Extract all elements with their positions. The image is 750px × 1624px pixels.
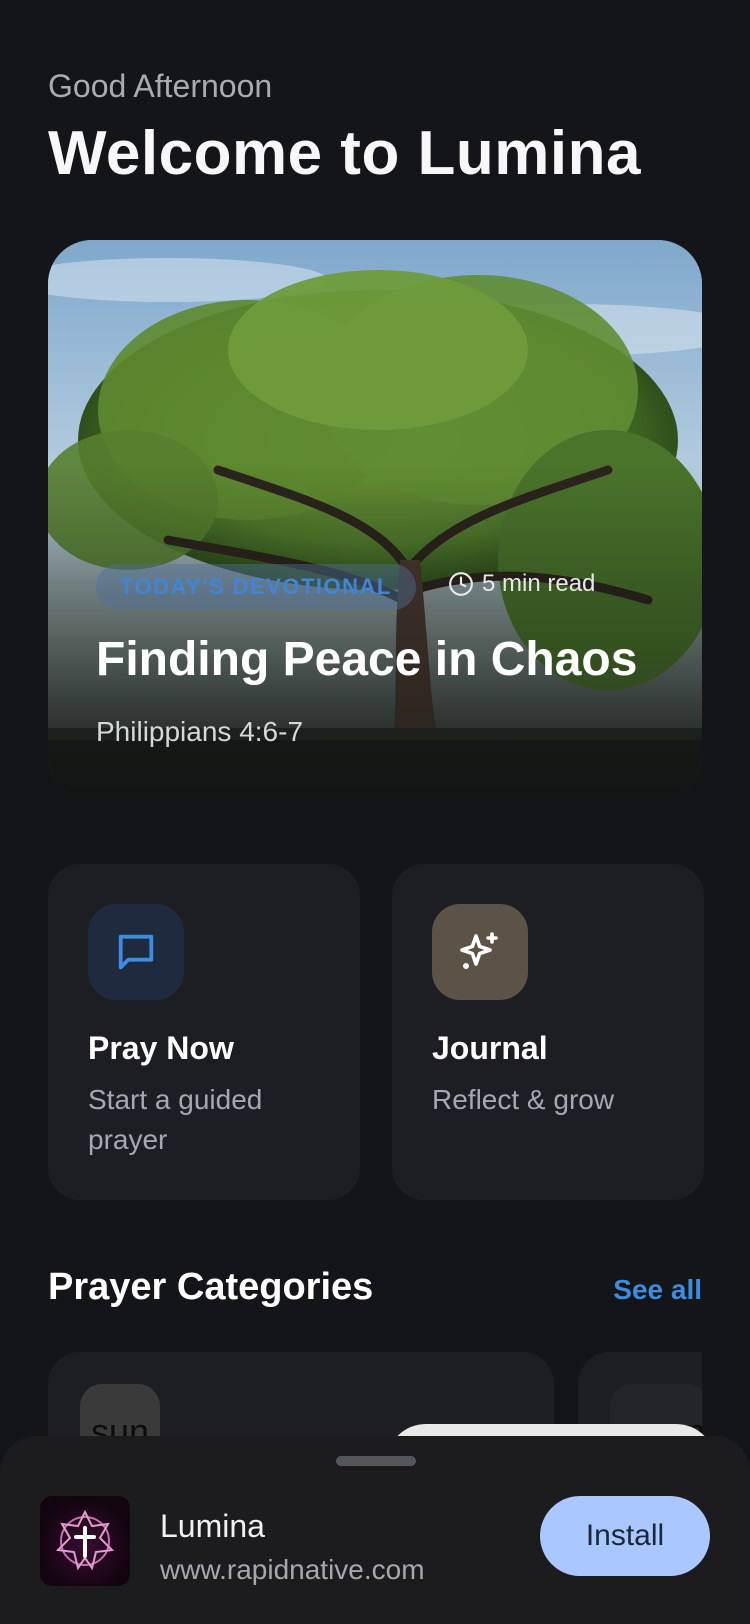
categories-title: Prayer Categories bbox=[48, 1266, 374, 1308]
journal-title: Journal bbox=[432, 1030, 548, 1066]
app-logo-icon bbox=[40, 1496, 130, 1586]
page-title: Welcome to Lumina bbox=[48, 119, 641, 188]
devotional-badge: TODAY'S DEVOTIONAL bbox=[96, 564, 416, 610]
greeting: Good Afternoon bbox=[48, 68, 273, 104]
install-button[interactable]: Install bbox=[540, 1496, 710, 1576]
pray-now-title: Pray Now bbox=[88, 1030, 234, 1066]
devotional-title: Finding Peace in Chaos bbox=[96, 633, 638, 686]
sparkles-icon bbox=[432, 904, 528, 1000]
app-name: Lumina bbox=[160, 1508, 265, 1544]
devotional-card[interactable]: TODAY'S DEVOTIONAL 5 min read Finding Pe… bbox=[48, 240, 702, 800]
pray-now-subtitle: Start a guided prayer bbox=[88, 1084, 263, 1155]
app-url: www.rapidnative.com bbox=[160, 1554, 425, 1585]
read-time: 5 min read bbox=[448, 570, 595, 598]
chat-bubble-icon bbox=[88, 904, 184, 1000]
journal-subtitle: Reflect & grow bbox=[432, 1084, 615, 1115]
clock-icon bbox=[449, 572, 473, 596]
devotional-reference: Philippians 4:6-7 bbox=[96, 716, 304, 747]
pray-now-card[interactable]: Pray Now Start a guided prayer bbox=[48, 864, 360, 1200]
install-sheet: Lumina www.rapidnative.com Install bbox=[0, 1436, 750, 1624]
see-all-link[interactable]: See all bbox=[613, 1274, 702, 1306]
journal-card[interactable]: Journal Reflect & grow bbox=[392, 864, 704, 1200]
read-time-label: 5 min read bbox=[482, 570, 596, 597]
sheet-handle[interactable] bbox=[336, 1456, 416, 1466]
